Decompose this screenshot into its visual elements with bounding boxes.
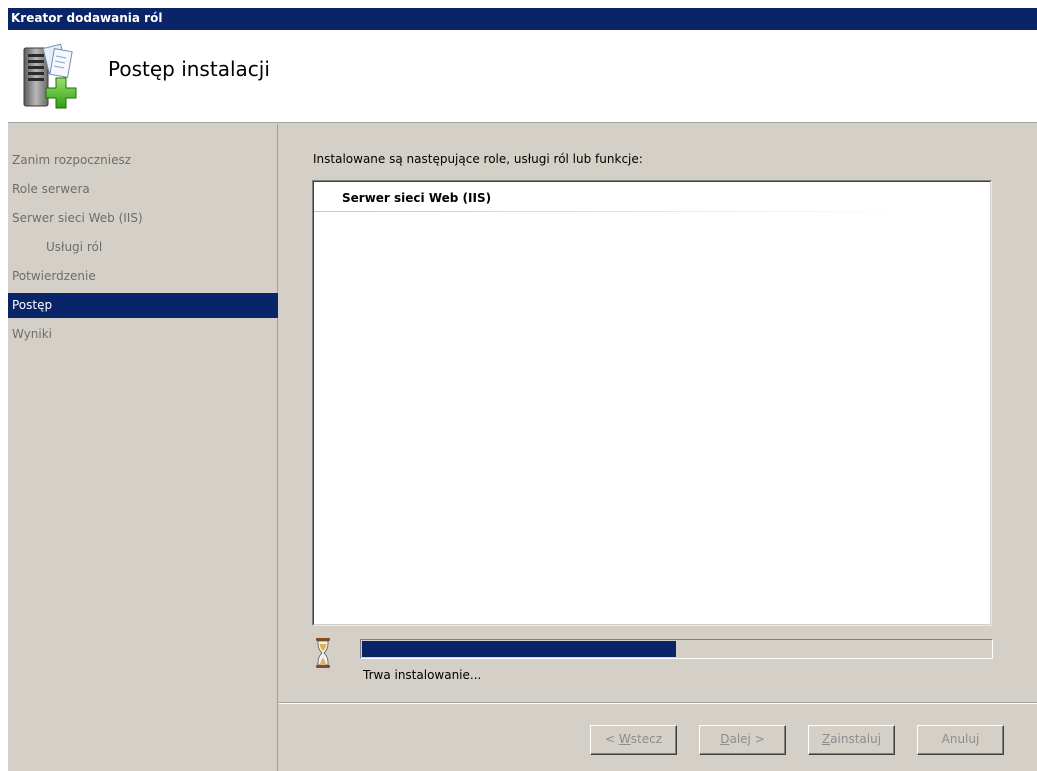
next-button[interactable]: Dalej > <box>699 725 786 755</box>
wizard-steps-sidebar: Zanim rozpoczniesz Role serwera Serwer s… <box>8 124 278 771</box>
back-button[interactable]: < Wstecz <box>590 725 677 755</box>
wizard-window: Kreator dodawania ról Postęp instalacji … <box>8 8 1037 771</box>
hourglass-icon <box>316 638 330 668</box>
wizard-footer: < Wstecz Dalej > Zainstaluj Anuluj <box>279 702 1037 771</box>
step-item-role-services[interactable]: Usługi ról <box>8 235 278 260</box>
list-item-separator <box>314 211 914 212</box>
progress-fill <box>362 641 676 657</box>
step-item-web-server-iis[interactable]: Serwer sieci Web (IIS) <box>8 206 278 231</box>
step-item-progress[interactable]: Postęp <box>8 293 278 318</box>
status-text: Trwa instalowanie... <box>363 668 482 682</box>
install-button[interactable]: Zainstaluj <box>808 725 895 755</box>
list-item-role: Serwer sieci Web (IIS) <box>342 191 492 205</box>
step-item-server-roles[interactable]: Role serwera <box>8 177 278 202</box>
server-add-icon <box>23 43 77 109</box>
cancel-button[interactable]: Anuluj <box>917 725 1004 755</box>
wizard-header: Postęp instalacji <box>8 30 1037 123</box>
intro-text: Instalowane są następujące role, usługi … <box>313 152 643 166</box>
step-item-before-you-begin[interactable]: Zanim rozpoczniesz <box>8 148 278 173</box>
main-content: Instalowane są następujące role, usługi … <box>279 124 1037 703</box>
title-bar[interactable]: Kreator dodawania ról <box>8 8 1037 30</box>
roles-list[interactable]: Serwer sieci Web (IIS) <box>312 180 992 626</box>
progress-bar <box>360 639 993 659</box>
window-title: Kreator dodawania ról <box>11 11 163 25</box>
step-item-results[interactable]: Wyniki <box>8 322 278 347</box>
page-title: Postęp instalacji <box>108 57 270 81</box>
step-item-confirmation[interactable]: Potwierdzenie <box>8 264 278 289</box>
